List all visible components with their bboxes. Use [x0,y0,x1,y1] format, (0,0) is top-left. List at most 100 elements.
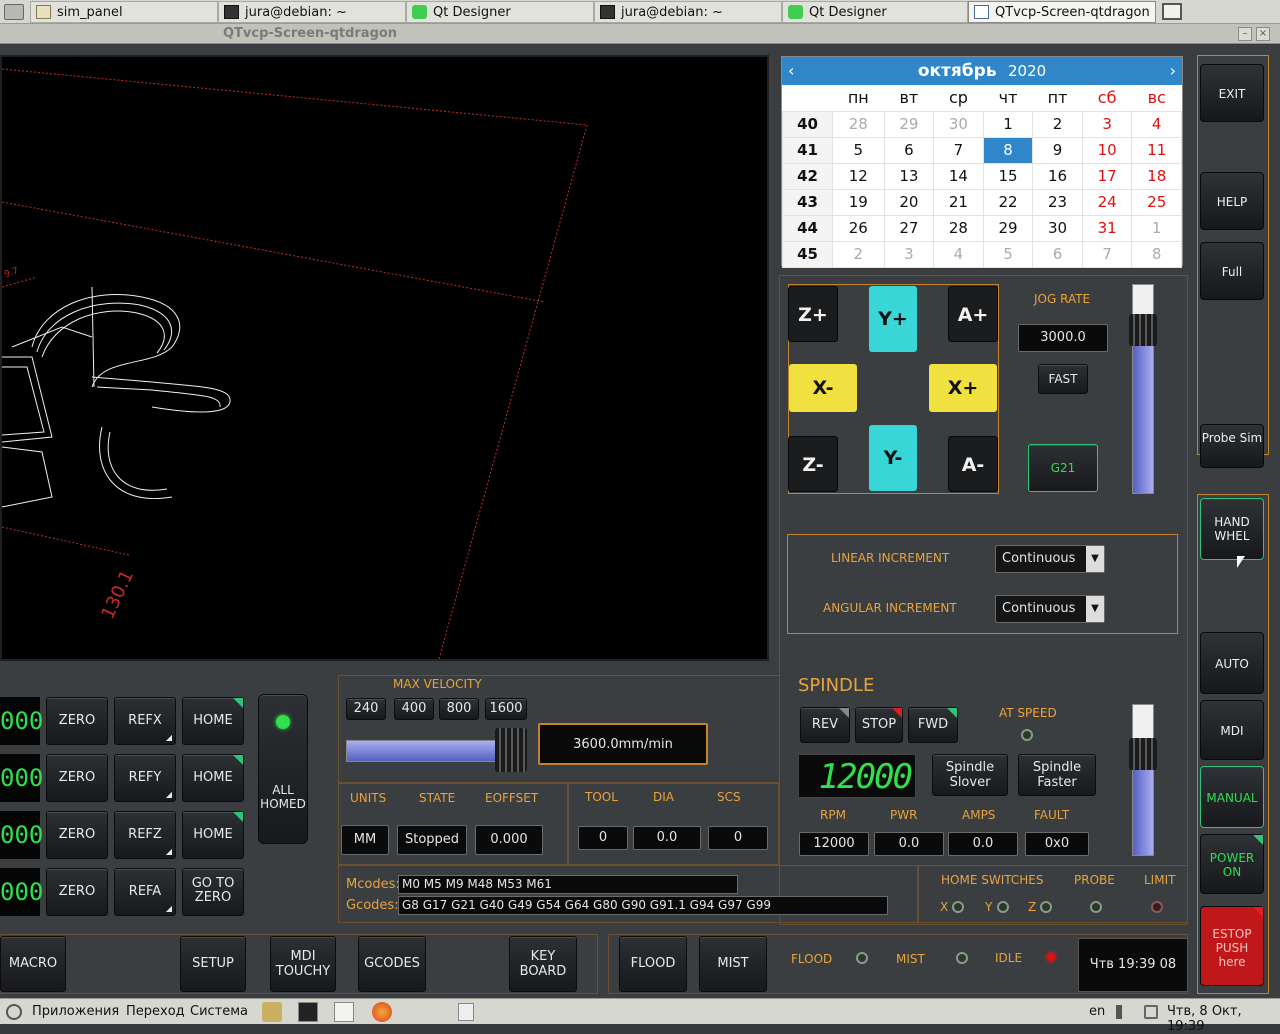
keyboard-layout[interactable]: en [1089,1004,1105,1019]
probe-sim-button[interactable]: Probe Sim [1200,424,1264,468]
ref-a-button[interactable]: REFA ◢ [114,868,176,916]
calendar-day[interactable]: 2 [1032,110,1083,138]
exit-button[interactable]: EXIT [1200,64,1264,122]
jog-y-plus-button[interactable]: Y+ [869,286,917,352]
calendar-day[interactable]: 1 [1131,214,1182,242]
calendar-day[interactable]: 6 [883,136,935,164]
calendar-day[interactable]: 3 [1081,110,1133,138]
ref-z-button[interactable]: REFZ ◢ [114,811,176,859]
next-month-icon[interactable]: › [1170,57,1176,85]
task-terminal-2[interactable]: jura@debian: ~ [594,1,782,23]
calendar-day[interactable]: 27 [883,214,935,242]
slider-handle[interactable] [1129,314,1157,346]
places-menu[interactable]: Переход [126,1004,185,1019]
power-on-button[interactable]: POWER ON [1200,834,1264,894]
minimize-button[interactable]: – [1238,27,1252,41]
calendar-day[interactable]: 28 [832,110,885,138]
jog-x-plus-button[interactable]: X+ [929,364,997,412]
calendar-day[interactable]: 1 [982,110,1034,138]
velocity-slider-handle[interactable] [495,728,527,772]
calendar-day[interactable]: 21 [933,188,984,216]
calendar-day[interactable]: 17 [1081,162,1133,190]
calendar-day[interactable]: 4 [933,240,984,268]
calendar-day-selected[interactable]: 8 [982,136,1034,164]
calendar-day[interactable]: 29 [883,110,935,138]
calendar-day[interactable]: 6 [1032,240,1083,268]
task-sim-panel[interactable]: sim_panel [30,1,218,23]
system-clock[interactable]: Чтв, 8 Окт, 19:39 [1167,1004,1280,1034]
calendar-day[interactable]: 10 [1081,136,1133,164]
firefox-icon[interactable] [372,1002,392,1022]
calendar-day[interactable]: 5 [832,136,885,164]
chevron-down-icon[interactable]: ▼ [1086,596,1104,622]
calendar-month[interactable]: октябрь [918,61,997,81]
calendar-year[interactable]: 2020 [1008,62,1046,80]
calendar-day[interactable]: 9 [1032,136,1083,164]
manual-button[interactable]: MANUAL [1200,766,1264,828]
task-qtvcp[interactable]: QTvcp-Screen-qtdragon [968,1,1156,23]
terminal-launcher-icon[interactable] [298,1002,318,1022]
chevron-down-icon[interactable]: ▼ [1086,546,1104,572]
help-button[interactable]: HELP [1200,172,1264,230]
calendar-day[interactable]: 13 [883,162,935,190]
ref-y-button[interactable]: REFY ◢ [114,754,176,802]
velocity-preset-240[interactable]: 240 [346,698,386,720]
zero-a-button[interactable]: ZERO [46,868,108,916]
gcodes-button[interactable]: GCODES [358,936,426,992]
app-launcher-icon[interactable] [262,1002,282,1022]
calendar-day[interactable]: 31 [1081,214,1133,242]
text-editor-icon[interactable] [334,1002,354,1022]
zero-z-button[interactable]: ZERO [46,811,108,859]
zero-x-button[interactable]: ZERO [46,697,108,745]
window-list-icon[interactable] [1162,3,1182,20]
calendar-day[interactable]: 23 [1032,188,1083,216]
calendar-day[interactable]: 12 [832,162,885,190]
calendar-day[interactable]: 3 [883,240,935,268]
calendar-day[interactable]: 28 [933,214,984,242]
calendar-day[interactable]: 25 [1131,188,1182,216]
applications-menu[interactable]: Приложения [32,1004,119,1019]
calendar-day[interactable]: 30 [933,110,984,138]
trash-icon[interactable] [458,1003,474,1021]
calendar-widget[interactable]: ‹ октябрь 2020 › пн вт ср чт пт сб вс 40… [781,56,1183,268]
task-terminal-1[interactable]: jura@debian: ~ [218,1,406,23]
calendar-day[interactable]: 5 [982,240,1034,268]
calendar-day[interactable]: 15 [982,162,1034,190]
velocity-preset-400[interactable]: 400 [394,698,434,720]
jog-z-minus-button[interactable]: Z- [788,436,838,492]
calendar-day[interactable]: 26 [832,214,885,242]
flood-button[interactable]: FLOOD [619,936,687,992]
mist-button[interactable]: MIST [699,936,767,992]
close-button[interactable]: × [1256,27,1270,41]
mdi-touchy-button[interactable]: MDI TOUCHY [270,936,336,992]
spindle-rev-button[interactable]: REV [800,707,850,743]
calendar-day[interactable]: 22 [982,188,1034,216]
calendar-day[interactable]: 30 [1032,214,1083,242]
linear-increment-select[interactable]: Continuous ▼ [995,545,1105,573]
calendar-day[interactable]: 2 [832,240,885,268]
volume-icon[interactable] [1116,1005,1130,1019]
handwheel-button[interactable]: HAND WHEL [1200,498,1264,560]
calendar-day[interactable]: 11 [1131,136,1182,164]
full-button[interactable]: Full [1200,242,1264,300]
jog-a-plus-button[interactable]: A+ [948,286,998,342]
jog-x-minus-button[interactable]: X- [789,364,857,412]
keyboard-button[interactable]: KEY BOARD [509,936,577,992]
home-x-button[interactable]: HOME [182,697,244,745]
jog-rate-slider[interactable] [1129,284,1157,494]
gcode-preview[interactable]: 130.1 9.7 [0,55,769,661]
calendar-day[interactable]: 8 [1131,240,1182,268]
jog-rate-field[interactable]: 3000.0 [1018,324,1108,352]
g21-button[interactable]: G21 [1028,444,1098,492]
angular-increment-select[interactable]: Continuous ▼ [995,595,1105,623]
calendar-day[interactable]: 4 [1131,110,1182,138]
calendar-day[interactable]: 18 [1131,162,1182,190]
auto-button[interactable]: AUTO [1200,632,1264,694]
home-y-button[interactable]: HOME [182,754,244,802]
zero-y-button[interactable]: ZERO [46,754,108,802]
go-to-zero-button[interactable]: GO TO ZERO [182,868,244,916]
calendar-day[interactable]: 16 [1032,162,1083,190]
max-velocity-slider[interactable] [346,728,527,772]
network-icon[interactable] [1144,1005,1158,1019]
calendar-day[interactable]: 7 [1081,240,1133,268]
